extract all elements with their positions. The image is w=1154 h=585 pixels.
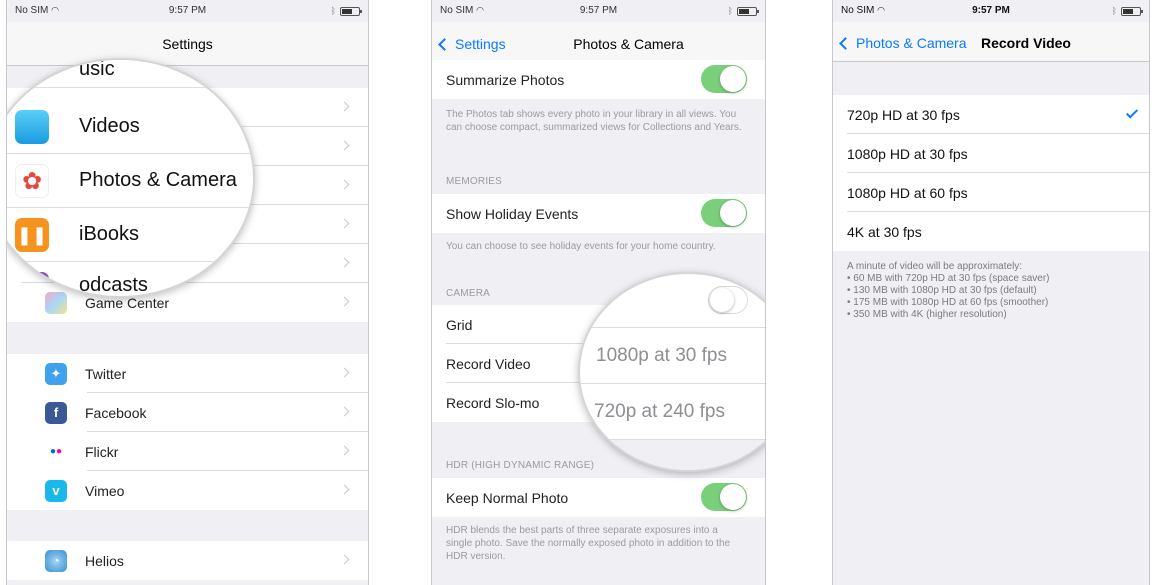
battery-icon (1121, 6, 1143, 16)
section-header-memories: MEMORIES (446, 176, 503, 187)
nav-bar: Photos & Camera Record Video (833, 22, 1149, 62)
chevron-right-icon (339, 179, 350, 190)
bluetooth-icon: ᛒ (330, 6, 336, 16)
music-row-label: usic (79, 58, 115, 80)
photos-camera-screen: No SIM ◠ 9:57 PM ᛒ Settings Photos & Cam… (431, 0, 766, 585)
row-label: Grid (446, 316, 473, 333)
chevron-left-icon (839, 36, 852, 50)
row-label: Videos (79, 115, 140, 137)
chevron-right-icon (339, 257, 350, 268)
chevron-right-icon (339, 101, 350, 112)
status-bar: No SIM ◠ 9:57 PM ᛒ (833, 0, 1149, 22)
status-bar: No SIM ◠ 9:57 PM ᛒ (432, 0, 765, 22)
keep-normal-photo-row: Keep Normal Photo (432, 478, 765, 517)
chevron-right-icon (339, 140, 350, 151)
settings-row-flickr[interactable]: ● ● Flickr (7, 432, 368, 471)
show-holiday-events-row: Show Holiday Events (432, 194, 765, 233)
summarize-footer: The Photos tab shows every photo in your… (446, 109, 742, 133)
option-1080p-30[interactable]: 1080p HD at 30 fps (833, 134, 1149, 173)
chevron-left-icon (438, 37, 451, 51)
holiday-footer: You can choose to see holiday events for… (446, 241, 716, 252)
magnified-record-slomo[interactable]: 720p at 240 fps (580, 384, 765, 440)
magnified-row-photos-camera[interactable]: ✿ Photos & Camera (7, 154, 253, 208)
podcasts-icon (15, 272, 49, 296)
photos-icon: ✿ (15, 164, 49, 198)
option-720p-30[interactable]: 720p HD at 30 fps (833, 95, 1149, 134)
section-header-camera: CAMERA (446, 288, 490, 299)
record-slomo-value: 720p at 240 fps (594, 400, 725, 422)
settings-row-vimeo[interactable]: v Vimeo (7, 471, 368, 510)
facebook-icon: f (45, 401, 67, 424)
summarize-photos-toggle[interactable] (701, 65, 747, 93)
settings-screen: No SIM ◠ 9:57 PM ᛒ Settings Game Center … (6, 0, 369, 585)
chevron-right-icon (339, 445, 350, 456)
flickr-icon: ● ● (45, 440, 67, 463)
bluetooth-icon: ᛒ (727, 6, 733, 16)
row-label: iBooks (79, 223, 140, 245)
settings-row-helios[interactable]: ◔ Helios (7, 541, 368, 580)
battery-icon (340, 6, 362, 16)
page-title: Photos & Camera (573, 36, 684, 52)
row-label: Twitter (85, 365, 127, 382)
section-header-hdr: HDR (HIGH DYNAMIC RANGE) (446, 460, 595, 471)
back-button[interactable]: Photos & Camera (839, 35, 967, 51)
clock: 9:57 PM (972, 5, 1010, 16)
podcasts-row-label: odcasts (79, 274, 148, 296)
row-label: Facebook (85, 404, 147, 421)
chevron-right-icon (339, 554, 350, 565)
chevron-right-icon (339, 296, 350, 307)
twitter-icon: ✦ (45, 362, 67, 385)
option-4k-30[interactable]: 4K at 30 fps (833, 212, 1149, 251)
row-label: Record Slo-mo (446, 394, 540, 411)
row-label: 1080p HD at 30 fps (847, 145, 968, 162)
row-label: Keep Normal Photo (446, 489, 569, 506)
row-label: Summarize Photos (446, 71, 565, 88)
option-1080p-60[interactable]: 1080p HD at 60 fps (833, 173, 1149, 212)
helios-icon: ◔ (45, 549, 67, 572)
clock: 9:57 PM (168, 5, 207, 16)
settings-row-facebook[interactable]: f Facebook (7, 393, 368, 432)
magnifier-lens: 1080p at 30 fps 720p at 240 fps (578, 272, 765, 472)
row-label: Photos & Camera (79, 169, 237, 191)
summarize-photos-row: Summarize Photos (432, 60, 765, 99)
chevron-right-icon (339, 367, 350, 378)
hdr-footer: HDR blends the best parts of three separ… (446, 525, 731, 562)
grid-toggle-magnified[interactable] (708, 286, 748, 314)
magnified-row-ibooks[interactable]: ❚❚ iBooks (7, 208, 253, 262)
page-title: Record Video (981, 35, 1071, 51)
row-label: Vimeo (85, 482, 125, 499)
vimeo-icon: v (45, 479, 67, 502)
clock: 9:57 PM (579, 5, 618, 16)
checkmark-icon (1125, 106, 1139, 119)
chevron-right-icon (339, 484, 350, 495)
page-title: Settings (162, 36, 213, 52)
show-holiday-events-toggle[interactable] (701, 199, 747, 227)
chevron-right-icon (339, 218, 350, 229)
magnified-row-videos[interactable]: Videos (7, 100, 253, 154)
settings-row-twitter[interactable]: ✦ Twitter (7, 354, 368, 393)
battery-icon (737, 6, 759, 16)
chevron-right-icon (339, 406, 350, 417)
status-bar: No SIM ◠ 9:57 PM ᛒ (7, 0, 368, 22)
row-label: Helios (85, 552, 124, 569)
record-video-value: 1080p at 30 fps (596, 344, 727, 366)
keep-normal-photo-toggle[interactable] (701, 483, 747, 511)
bluetooth-icon: ᛒ (1111, 6, 1117, 16)
row-label: Show Holiday Events (446, 205, 579, 222)
ibooks-icon: ❚❚ (15, 218, 49, 252)
video-size-footer: A minute of video will be approximately:… (847, 261, 1050, 320)
row-label: 720p HD at 30 fps (847, 106, 960, 123)
record-video-screen: No SIM ◠ 9:57 PM ᛒ Photos & Camera Recor… (832, 0, 1150, 585)
videos-icon (15, 110, 49, 144)
row-label: 1080p HD at 60 fps (847, 184, 968, 201)
magnified-record-video[interactable]: 1080p at 30 fps (580, 328, 765, 384)
row-label: Flickr (85, 443, 119, 460)
row-label: 4K at 30 fps (847, 223, 922, 240)
row-label: Record Video (446, 355, 531, 372)
